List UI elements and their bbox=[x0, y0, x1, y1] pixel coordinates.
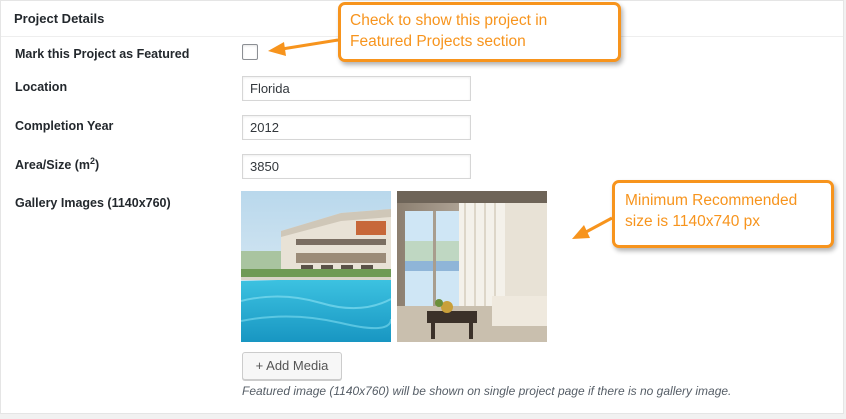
completion-year-label: Completion Year bbox=[15, 119, 114, 133]
callout-size-line2: size is 1140x740 px bbox=[625, 213, 760, 230]
location-input[interactable]: Florida bbox=[242, 76, 471, 101]
gallery-image-resort-pool[interactable] bbox=[241, 191, 391, 342]
callout-size-line1: Minimum Recommended bbox=[625, 192, 798, 209]
metabox-title: Project Details bbox=[14, 11, 105, 26]
callout-featured-line2: Featured Projects section bbox=[350, 33, 526, 50]
callout-featured-note: Check to show this project in Featured P… bbox=[338, 2, 621, 62]
callout-size-note: Minimum Recommended size is 1140x740 px bbox=[612, 180, 834, 248]
callout-featured-line1: Check to show this project in bbox=[350, 12, 548, 29]
featured-checkbox[interactable] bbox=[242, 44, 258, 60]
area-size-label-close: ) bbox=[95, 158, 100, 172]
completion-year-input[interactable]: 2012 bbox=[242, 115, 471, 140]
area-size-label-text: Area/Size (m bbox=[15, 158, 91, 172]
gallery-description: Featured image (1140x760) will be shown … bbox=[242, 384, 732, 398]
gallery-images-label: Gallery Images (1140x760) bbox=[15, 196, 171, 210]
featured-label: Mark this Project as Featured bbox=[15, 47, 190, 61]
add-media-button[interactable]: + Add Media bbox=[242, 352, 342, 380]
area-size-input[interactable]: 3850 bbox=[242, 154, 471, 179]
location-label: Location bbox=[15, 80, 68, 94]
gallery-image-hotel-room[interactable] bbox=[397, 191, 547, 342]
area-size-label: Area/Size (m2) bbox=[15, 156, 100, 172]
